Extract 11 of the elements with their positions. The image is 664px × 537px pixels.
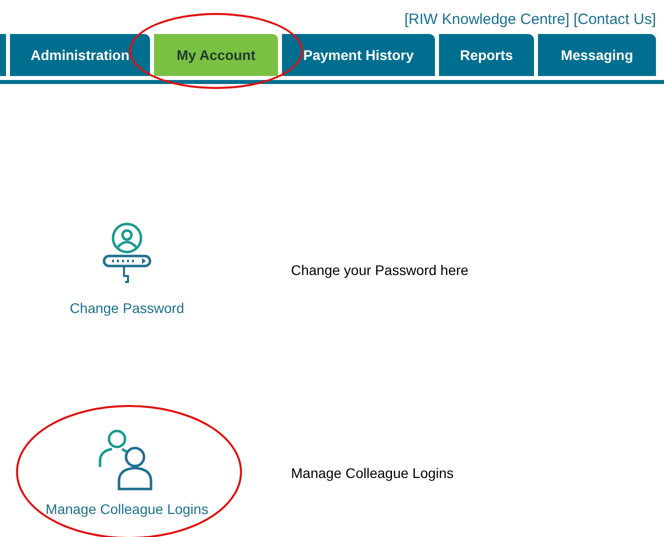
- option-description: Manage Colleague Logins: [291, 464, 454, 483]
- option-link[interactable]: Manage Colleague Logins: [46, 499, 208, 520]
- nav-tab[interactable]: Administration: [10, 34, 150, 76]
- nav-tab[interactable]: My Account: [154, 34, 278, 76]
- option-link[interactable]: Change Password: [70, 298, 184, 319]
- option-description: Change your Password here: [291, 261, 468, 280]
- nav-tab[interactable]: Payment History: [282, 34, 435, 76]
- header-link[interactable]: [RIW Knowledge Centre]: [404, 10, 570, 34]
- nav-tab[interactable]: Reports: [439, 34, 534, 76]
- header-link[interactable]: [Contact Us]: [573, 10, 656, 34]
- nav-tab[interactable]: Messaging: [538, 34, 656, 76]
